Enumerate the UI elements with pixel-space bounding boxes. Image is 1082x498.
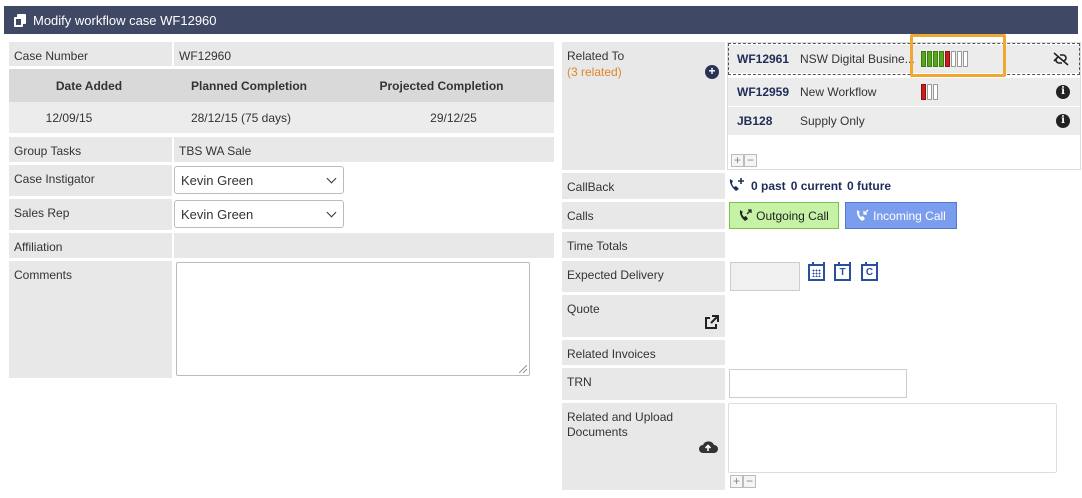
date-added-value: 12/09/15 [45,110,93,125]
info-icon[interactable]: i [1056,114,1070,128]
case-instigator-select[interactable]: Kevin Green [174,166,344,194]
related-invoices-label: Related Invoices [562,340,725,365]
related-count: (3 related) [567,65,622,79]
sales-rep-label: Sales Rep [9,199,172,230]
cloud-upload-icon[interactable] [698,439,718,455]
related-name: Supply Only [800,114,865,128]
dates-header: Date Added Planned Completion Projected … [9,69,554,102]
documents-label: Related and Upload Documents [562,403,725,490]
callback-label: CallBack [562,173,725,199]
calls-label: Calls [562,202,725,229]
related-plusminus: + − [731,154,757,167]
date-added-header: Date Added [55,78,123,93]
highlight-box [910,34,1006,77]
documents-plusminus: + − [730,475,756,488]
time-totals-label: Time Totals [562,232,725,258]
copy-icon [14,13,27,27]
chevron-down-icon [326,173,337,184]
related-to-label: Related To [567,49,625,63]
related-id[interactable]: JB128 [728,114,800,128]
callback-future[interactable]: 0 future [847,179,891,193]
comments-textarea[interactable] [176,262,530,376]
callback-past[interactable]: 0 past [751,179,786,193]
callback-current[interactable]: 0 current [791,179,842,193]
projected-completion-header: Projected Completion [379,78,504,93]
incoming-call-label: Incoming Call [873,208,946,223]
remove-button[interactable]: − [744,154,757,167]
calendar-t-icon[interactable]: T [834,262,851,281]
related-id[interactable]: WF12959 [728,85,800,99]
window-titlebar: Modify workflow case WF12960 [4,6,1078,34]
calendar-grid-icon[interactable] [808,262,825,281]
expected-delivery-label: Expected Delivery [562,261,725,292]
phone-plus-icon[interactable] [728,177,746,196]
add-button[interactable]: + [731,154,744,167]
case-instigator-selected: Kevin Green [181,172,254,188]
calendar-c-icon[interactable]: C [861,262,878,281]
incoming-call-button[interactable]: Incoming Call [845,202,957,229]
window-title: Modify workflow case WF12960 [33,12,217,28]
quote-label: Quote [562,295,725,337]
phone-outgoing-icon [739,209,752,221]
add-document-button[interactable]: + [730,475,743,488]
progress-segment [933,84,938,100]
remove-document-button[interactable]: − [743,475,756,488]
projected-completion-value: 29/12/25 [430,110,477,125]
sales-rep-select[interactable]: Kevin Green [174,200,344,228]
trn-input[interactable] [729,369,907,398]
resize-grip-icon[interactable] [519,365,527,373]
expected-delivery-input[interactable] [730,262,800,291]
related-name: New Workflow [800,85,877,99]
trn-label: TRN [562,368,725,400]
case-number-value: WF12960 [174,42,554,66]
group-tasks-value: TBS WA Sale [174,137,554,162]
case-number-label: Case Number [9,42,172,66]
comments-label: Comments [9,261,172,378]
related-to-cell: Related To (3 related) + [562,42,725,170]
documents-dropzone[interactable] [728,403,1057,473]
progress-segment [927,84,932,100]
outgoing-call-button[interactable]: Outgoing Call [729,202,839,229]
outgoing-call-label: Outgoing Call [756,208,829,223]
related-row[interactable]: WF12959 New Workflow i [728,78,1080,106]
progress-bars [921,84,938,100]
documents-label-text: Related and Upload Documents [567,410,674,439]
phone-incoming-icon [856,209,869,221]
related-row[interactable]: JB128 Supply Only i [728,107,1080,135]
chevron-down-icon [326,207,337,218]
affiliation-value [174,233,554,258]
selected-row-outline [728,43,1080,75]
external-link-icon[interactable] [704,315,719,330]
planned-completion-header: Planned Completion [190,78,307,93]
info-icon[interactable]: i [1056,85,1070,99]
sales-rep-selected: Kevin Green [181,206,254,222]
callback-summary: 0 past 0 current 0 future [728,176,891,196]
affiliation-label: Affiliation [9,233,172,258]
add-related-icon[interactable]: + [705,65,719,79]
dates-row: 12/09/15 28/12/15 (75 days) 29/12/25 [9,102,554,133]
case-instigator-label: Case Instigator [9,165,172,196]
progress-segment [921,84,926,100]
group-tasks-label: Group Tasks [9,137,172,162]
planned-completion-value: 28/12/15 (75 days) [190,110,292,125]
